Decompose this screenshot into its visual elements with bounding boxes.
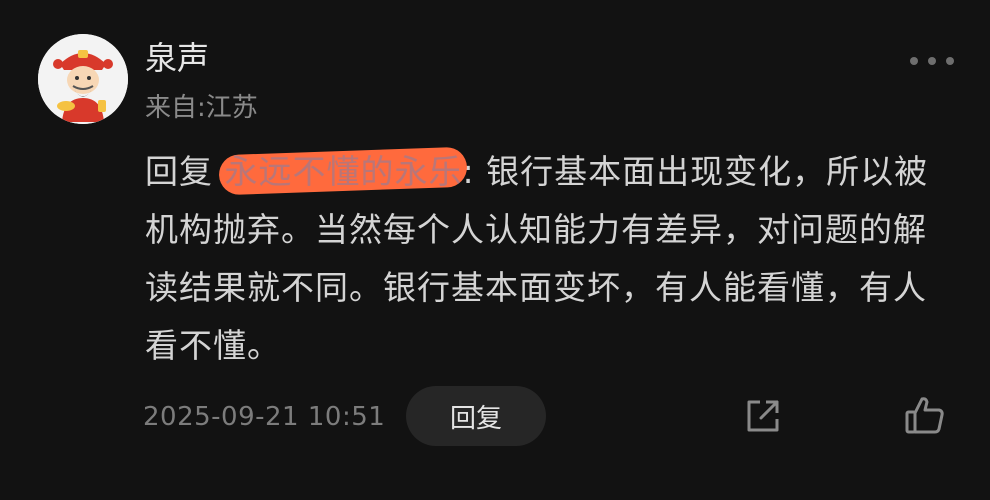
share-icon[interactable] bbox=[744, 397, 782, 435]
dot-icon bbox=[946, 57, 954, 65]
username[interactable]: 泉声 bbox=[145, 38, 209, 78]
mention-text: 永远不懂的永乐 bbox=[224, 152, 463, 191]
fortune-god-avatar-icon bbox=[38, 34, 128, 124]
comment-text: 回复 永远不懂的永乐: 银行基本面出现变化，所以被机构抛弃。当然每个人认知能力有… bbox=[145, 143, 935, 375]
avatar[interactable] bbox=[38, 34, 128, 124]
mention-link[interactable]: 永远不懂的永乐 bbox=[217, 143, 468, 201]
reply-button[interactable]: 回复 bbox=[406, 386, 546, 446]
timestamp: 2025-09-21 10:51 bbox=[143, 402, 386, 432]
thumbs-up-icon[interactable] bbox=[904, 395, 946, 435]
dot-icon bbox=[910, 57, 918, 65]
more-options-icon[interactable] bbox=[910, 52, 954, 70]
reply-prefix: 回复 bbox=[145, 152, 225, 191]
user-location: 来自:江苏 bbox=[145, 93, 258, 123]
dot-icon bbox=[928, 57, 936, 65]
